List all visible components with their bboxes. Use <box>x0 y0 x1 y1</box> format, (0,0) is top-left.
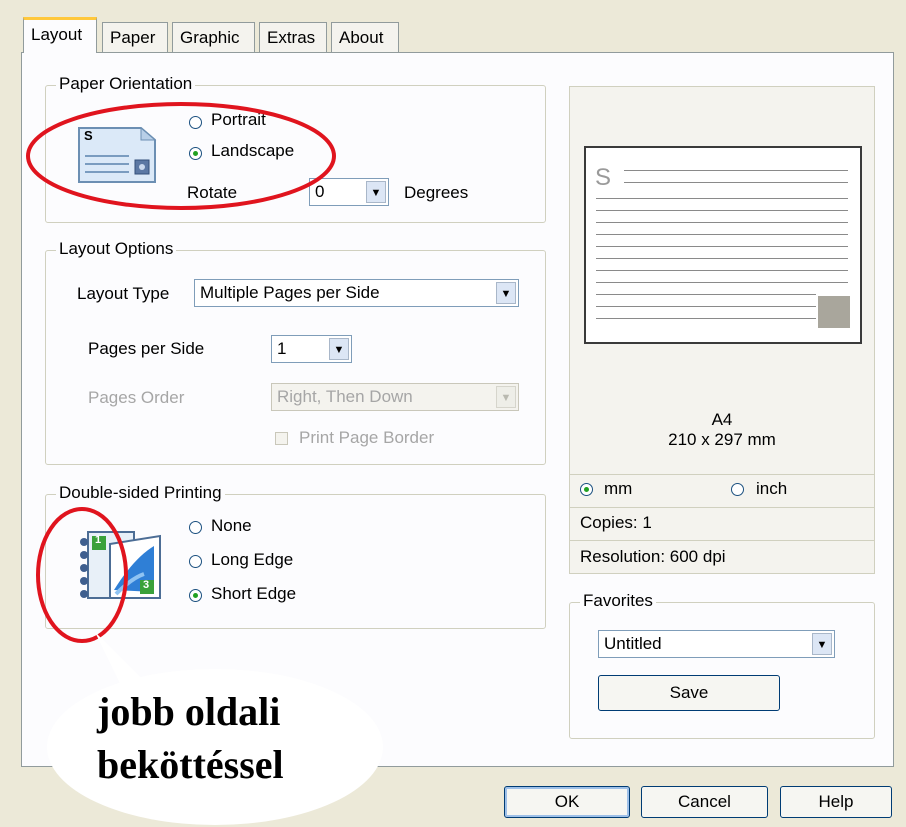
tab-layout[interactable]: Layout <box>23 17 97 53</box>
duplex-short-edge-radio[interactable] <box>189 589 202 602</box>
duplex-short-edge-label[interactable]: Short Edge <box>211 584 296 604</box>
print-page-border-label: Print Page Border <box>299 428 435 447</box>
unit-inch-radio[interactable] <box>731 483 744 496</box>
duplex-long-edge-label[interactable]: Long Edge <box>211 550 293 570</box>
preview-page <box>584 146 862 344</box>
group-title: Layout Options <box>56 239 177 259</box>
favorites-select[interactable]: Untitled ▼ <box>598 630 835 658</box>
unit-mm-label[interactable]: mm <box>604 479 632 499</box>
pages-per-side-value: 1 <box>277 339 287 358</box>
pages-per-side-select[interactable]: 1 ▼ <box>271 335 352 363</box>
ok-button[interactable]: OK <box>504 786 630 818</box>
pages-order-label: Pages Order <box>88 388 185 407</box>
group-title: Double-sided Printing <box>56 483 225 503</box>
preview-image-block <box>818 296 850 328</box>
tab-extras[interactable]: Extras <box>259 22 327 52</box>
tab-about[interactable]: About <box>331 22 399 52</box>
unit-inch-label[interactable]: inch <box>756 479 787 499</box>
preview-letter: S <box>595 164 612 191</box>
duplex-none-label[interactable]: None <box>211 516 252 536</box>
chevron-down-icon[interactable]: ▼ <box>366 181 386 203</box>
paper-name: A4 <box>711 410 733 429</box>
paper-size: 210 x 297 mm <box>668 430 776 449</box>
group-title: Favorites <box>580 591 656 611</box>
chevron-down-icon[interactable]: ▼ <box>329 338 349 360</box>
chevron-down-icon[interactable]: ▼ <box>496 282 516 304</box>
favorites-value: Untitled <box>604 634 662 653</box>
annotation-ellipse-orientation <box>26 102 336 210</box>
duplex-long-edge-radio[interactable] <box>189 555 202 568</box>
pages-order-select: Right, Then Down ▼ <box>271 383 519 411</box>
chevron-down-icon: ▼ <box>496 386 516 408</box>
favorites-group: Favorites <box>569 591 875 739</box>
copies-text: Copies: 1 <box>580 513 652 532</box>
callout-line-1: jobb oldali <box>97 689 281 734</box>
layout-type-value: Multiple Pages per Side <box>200 283 380 302</box>
layout-type-select[interactable]: Multiple Pages per Side ▼ <box>194 279 519 307</box>
save-button[interactable]: Save <box>598 675 780 711</box>
tab-graphic[interactable]: Graphic <box>172 22 255 52</box>
resolution-text: Resolution: 600 dpi <box>580 547 726 566</box>
callout-line-2: beköttéssel <box>97 742 284 787</box>
chevron-down-icon[interactable]: ▼ <box>812 633 832 655</box>
duplex-none-radio[interactable] <box>189 521 202 534</box>
tab-paper[interactable]: Paper <box>102 22 168 52</box>
pages-per-side-label: Pages per Side <box>88 339 205 358</box>
print-page-border-checkbox <box>275 432 288 445</box>
help-button[interactable]: Help <box>780 786 892 818</box>
group-title: Paper Orientation <box>56 74 196 94</box>
duplex-icon-page-3: 3 <box>143 579 150 591</box>
pages-order-value: Right, Then Down <box>277 387 413 406</box>
layout-type-label: Layout Type <box>77 284 170 303</box>
cancel-button[interactable]: Cancel <box>641 786 768 818</box>
unit-mm-radio[interactable] <box>580 483 593 496</box>
degrees-label: Degrees <box>404 183 469 202</box>
